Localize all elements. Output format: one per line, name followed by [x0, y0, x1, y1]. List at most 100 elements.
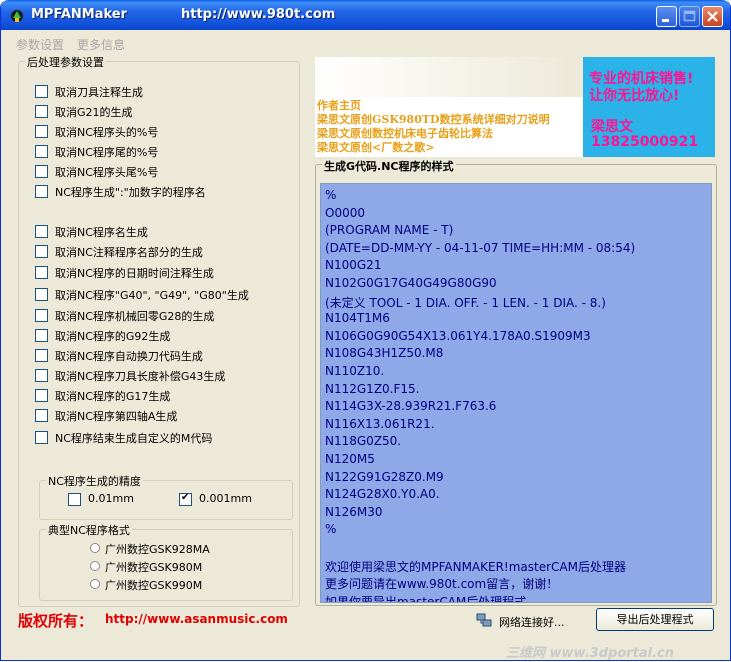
ad-name: 梁思文: [591, 119, 633, 135]
code-line: N100G21: [325, 258, 382, 273]
sales-advertisement[interactable]: 专业的机床销售! 让你无比放心! 梁思文 13825000921: [583, 57, 715, 157]
code-line: N120M5: [325, 452, 375, 466]
option-label: 取消NC注释程序名部分的生成: [55, 246, 203, 259]
option-label: 取消NC程序自动换刀代码生成: [55, 350, 203, 363]
code-line: N112G1Z0.F15.: [325, 381, 420, 396]
menu-more-info[interactable]: 更多信息: [77, 36, 125, 53]
checkbox[interactable]: [35, 125, 48, 138]
checkbox[interactable]: [35, 369, 48, 382]
checkbox[interactable]: [35, 165, 48, 178]
code-line: N104T1M6: [325, 311, 390, 326]
ad-phone: 13825000921: [591, 134, 699, 150]
window-title: MPFANMaker: [31, 7, 128, 22]
window-title-url: http://www.980t.com: [181, 7, 336, 22]
option-label: 取消NC程序第四轴A生成: [55, 410, 178, 423]
option-label: 取消NC程序名生成: [55, 226, 148, 239]
option-label: 取消G21的生成: [55, 106, 133, 119]
checkbox-checked[interactable]: [179, 492, 192, 506]
code-line: N106G0G90G54X13.061Y4.178A0.S1909M3: [325, 328, 591, 343]
title-bar[interactable]: MPFANMaker http://www.980t.com: [1, 0, 730, 30]
checkbox[interactable]: [35, 431, 48, 444]
option-label: 0.001mm: [199, 492, 252, 505]
option-label: 取消NC程序尾的%号: [55, 146, 159, 159]
maximize-button[interactable]: [679, 6, 700, 27]
code-line: N118G0Z50.: [325, 434, 402, 449]
copyright-link[interactable]: http://www.asanmusic.com: [105, 612, 288, 626]
option-label: 广州数控GSK928MA: [105, 543, 210, 556]
code-line: %: [325, 522, 337, 537]
code-line: %: [325, 188, 337, 202]
code-line: (未定义 TOOL - 1 DIA. OFF. - 1 LEN. - 1 DIA…: [325, 295, 606, 310]
checkbox[interactable]: [35, 85, 48, 98]
banner-background: [315, 57, 583, 97]
option-label: 取消刀具注释生成: [55, 86, 143, 99]
code-line: N124G28X0.Y0.A0.: [325, 487, 440, 502]
option-label: 取消NC程序刀具长度补偿G43生成: [55, 370, 226, 383]
checkbox[interactable]: [35, 409, 48, 422]
radio-button[interactable]: [90, 579, 100, 589]
option-label: 取消NC程序头的%号: [55, 126, 159, 139]
watermark: 三维网 www.3dportal.cn: [506, 646, 675, 661]
code-line: N108G43H1Z50.M8: [325, 346, 444, 361]
network-icon: [476, 613, 492, 627]
checkbox[interactable]: [35, 309, 48, 322]
checkbox[interactable]: [35, 349, 48, 362]
checkbox[interactable]: [35, 245, 48, 258]
option-label: 取消NC程序的G92生成: [55, 330, 171, 343]
minimize-button[interactable]: [656, 6, 677, 27]
close-icon: [707, 11, 718, 22]
code-line: N122G91G28Z0.M9: [325, 469, 444, 484]
postprocess-settings-title: 后处理参数设置: [25, 54, 106, 70]
app-icon: [11, 10, 23, 22]
code-line: N110Z10.: [325, 364, 385, 378]
option-label: 取消NC程序机械回零G28的生成: [55, 310, 215, 323]
menu-params[interactable]: 参数设置: [16, 36, 64, 53]
code-line: (DATE=DD-MM-YY - 04-11-07 TIME=HH:MM - 0…: [325, 240, 636, 255]
precision-group: NC程序生成的精度 0.01mm 0.001mm: [39, 473, 293, 520]
network-status: 网络连接好...: [499, 616, 565, 629]
nc-format-group: 典型NC程序格式 广州数控GSK928MA 广州数控GSK980M 广州数控GS…: [39, 522, 293, 601]
checkbox[interactable]: [35, 329, 48, 342]
checkbox[interactable]: [35, 288, 48, 301]
checkbox[interactable]: [35, 105, 48, 118]
option-label: 取消NC程序"G40", "G49", "G80"生成: [55, 289, 249, 302]
radio-button[interactable]: [90, 543, 100, 553]
option-label: NC程序结束生成自定义的M代码: [55, 432, 213, 445]
checkbox[interactable]: [35, 185, 48, 198]
minimize-icon: [662, 19, 669, 22]
copyright-label: 版权所有：: [18, 612, 94, 630]
precision-title: NC程序生成的精度: [46, 473, 143, 489]
menu-bar: 参数设置 更多信息: [1, 30, 730, 54]
code-line: N126M30: [325, 504, 383, 519]
code-line: 欢迎使用梁思文的MPFANMAKER!masterCAM后处理器: [325, 559, 626, 574]
nc-code-textarea[interactable]: % O0000 (PROGRAM NAME - T) (DATE=DD-MM-YY -…: [320, 183, 712, 603]
checkbox[interactable]: [35, 145, 48, 158]
maximize-icon: [683, 10, 696, 22]
nc-preview-group: 生成G代码.NC程序的样式 % O0000 (PROGRAM NAME - T) (D…: [315, 158, 717, 606]
code-line: 更多问题请在www.980t.com留言，谢谢！: [325, 577, 559, 592]
checkbox[interactable]: [35, 225, 48, 238]
code-line: O0000: [325, 205, 365, 220]
nc-format-title: 典型NC程序格式: [46, 522, 132, 538]
checkbox[interactable]: [35, 266, 48, 279]
option-label: 取消NC程序的日期时间注释生成: [55, 267, 214, 280]
checkbox[interactable]: [35, 389, 48, 402]
author-banner: 作者主页 梁思文原创GSK980TD数控系统详细对刀说明 梁思文原创数控机床电子…: [315, 57, 715, 157]
app-window: MPFANMaker http://www.980t.com 参数设置 更多信息…: [0, 0, 731, 661]
code-line: (PROGRAM NAME - T): [325, 223, 454, 238]
postprocess-settings-group: 后处理参数设置 取消刀具注释生成 取消G21的生成 取消NC程序头的%号 取消N…: [18, 54, 300, 607]
nc-preview-title: 生成G代码.NC程序的样式: [322, 158, 456, 174]
close-button[interactable]: [702, 6, 723, 27]
option-label: 广州数控GSK990M: [105, 579, 203, 592]
ad-line2: 让你无比放心!: [589, 88, 680, 104]
checkbox[interactable]: [68, 493, 81, 506]
code-line: N102G0G17G40G49G80G90: [325, 276, 497, 290]
code-line: N114G3X-28.939R21.F763.6: [325, 399, 497, 414]
code-line: N116X13.061R21.: [325, 416, 435, 431]
banner-link-song[interactable]: 梁思文原创<厂数之歌>: [317, 139, 434, 155]
option-label: 取消NC程序头尾%号: [55, 166, 159, 179]
export-postprocessor-button[interactable]: 导出后处理程式: [596, 608, 714, 631]
radio-button[interactable]: [90, 561, 100, 571]
option-label: 取消NC程序的G17生成: [55, 390, 171, 403]
code-line: 如果你要导出masterCAM后处理程式，: [325, 594, 539, 603]
